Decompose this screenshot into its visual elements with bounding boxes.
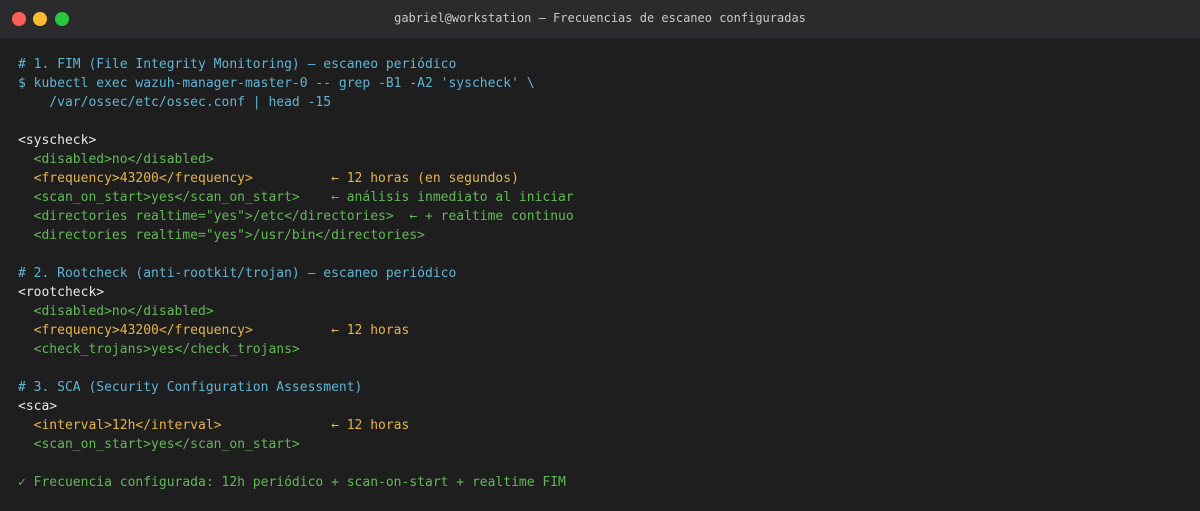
command-line: $ kubectl exec wazuh-manager-master-0 --…	[18, 76, 535, 91]
xml-tag-line: <syscheck>	[18, 133, 97, 148]
config-line: <disabled>no</disabled>	[18, 304, 214, 319]
terminal-output[interactable]: # 1. FIM (File Integrity Monitoring) — e…	[0, 39, 1200, 492]
xml-tag-line: <sca>	[18, 399, 58, 414]
config-line: <check_trojans>yes</check_trojans>	[18, 342, 300, 357]
title-bar: gabriel@workstation — Frecuencias de esc…	[0, 0, 1200, 39]
comment-line: # 3. SCA (Security Configuration Assessm…	[18, 380, 363, 395]
window-title: gabriel@workstation — Frecuencias de esc…	[394, 11, 806, 25]
config-line: <disabled>no</disabled>	[18, 152, 214, 167]
terminal-window: gabriel@workstation — Frecuencias de esc…	[0, 0, 1200, 511]
highlighted-config-line: <interval>12h</interval> ← 12 horas	[18, 418, 410, 433]
highlighted-config-line: <frequency>43200</frequency> ← 12 horas …	[18, 171, 519, 186]
config-line: <scan_on_start>yes</scan_on_start> ← aná…	[18, 190, 574, 205]
success-message: ✓ Frecuencia configurada: 12h periódico …	[18, 475, 566, 490]
config-line: <directories realtime="yes">/usr/bin</di…	[18, 228, 425, 243]
command-line: /var/ossec/etc/ossec.conf | head -15	[18, 95, 332, 110]
xml-tag-line: <rootcheck>	[18, 285, 105, 300]
config-line: <scan_on_start>yes</scan_on_start>	[18, 437, 300, 452]
config-line: <directories realtime="yes">/etc</direct…	[18, 209, 574, 224]
comment-line: # 1. FIM (File Integrity Monitoring) — e…	[18, 57, 457, 72]
highlighted-config-line: <frequency>43200</frequency> ← 12 horas	[18, 323, 410, 338]
comment-line: # 2. Rootcheck (anti-rootkit/trojan) — e…	[18, 266, 457, 281]
